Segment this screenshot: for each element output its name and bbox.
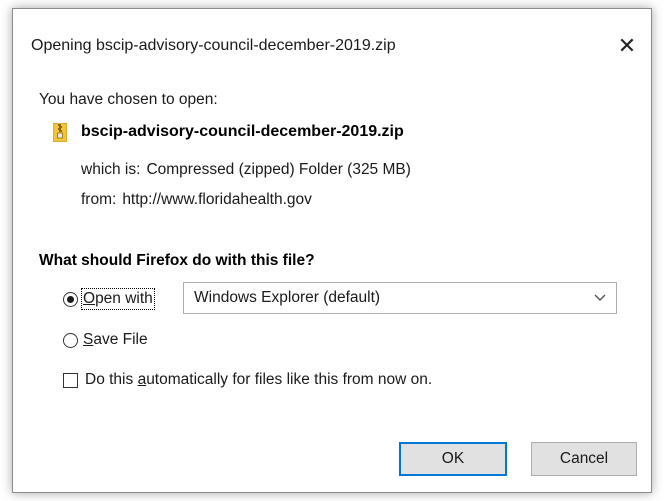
open-with-radio[interactable] [63,292,78,307]
action-question: What should Firefox do with this file? [39,252,315,269]
open-with-select-value: Windows Explorer (default) [194,289,381,306]
dialog-title: Opening bscip-advisory-council-december-… [31,37,396,54]
from-label: from: [81,191,117,208]
auto-mnemonic: a [137,371,147,388]
cancel-button[interactable]: Cancel [531,442,637,476]
auto-label[interactable]: Do this automatically for files like thi… [85,371,432,389]
save-file-label-rest: ave File [93,331,148,348]
download-dialog: Opening bscip-advisory-council-december-… [12,8,652,493]
save-file-radio[interactable] [63,333,78,348]
chosen-label: You have chosen to open: [39,91,218,108]
save-file-mnemonic: S [83,331,94,348]
ok-button[interactable]: OK [399,442,507,476]
dialog-titlebar: Opening bscip-advisory-council-december-… [13,9,651,69]
save-file-label[interactable]: Save File [83,331,148,349]
zip-file-icon [53,123,67,142]
file-source-value: http://www.floridahealth.gov [122,191,312,208]
file-type-row: which is: Compressed (zipped) Folder (325… [81,161,411,179]
auto-label-after: utomatically for files like this from no… [146,371,433,388]
file-name: bscip-advisory-council-december-2019.zip [81,123,404,140]
open-with-label[interactable]: Open with [81,288,155,310]
open-with-label-rest: pen with [95,290,153,307]
auto-label-before: Do this [85,371,138,388]
file-type-value: Compressed (zipped) Folder (325 MB) [146,161,411,178]
open-with-select[interactable]: Windows Explorer (default) [183,282,617,314]
close-button[interactable]: ✕ [607,29,647,63]
file-source-row: from: http://www.floridahealth.gov [81,191,312,209]
chevron-down-icon [594,294,606,301]
open-with-mnemonic: O [83,290,96,307]
close-icon: ✕ [617,33,637,58]
auto-checkbox[interactable] [63,373,78,388]
which-is-label: which is: [81,161,141,178]
